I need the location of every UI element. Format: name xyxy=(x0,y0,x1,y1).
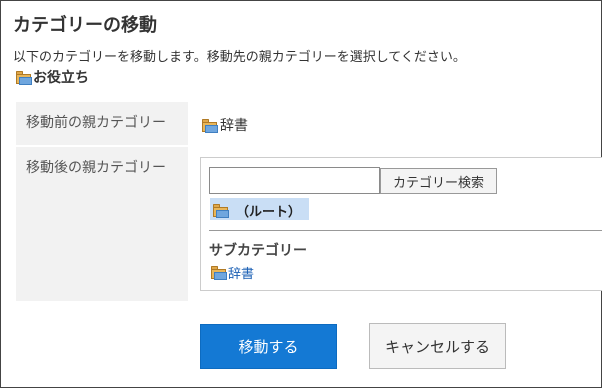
subcategory-heading: サブカテゴリー xyxy=(209,243,307,259)
move-button[interactable]: 移動する xyxy=(200,324,337,369)
before-parent-label: 移動前の親カテゴリー xyxy=(16,102,188,145)
subcategory-link[interactable]: 辞書 xyxy=(210,263,254,282)
after-parent-label: 移動後の親カテゴリー xyxy=(16,147,188,301)
target-category-label: お役立ち xyxy=(33,70,89,86)
description-text: 以下のカテゴリーを移動します。移動先の親カテゴリーを選択してください。 xyxy=(13,50,466,65)
category-selector-panel: カテゴリー検索 （ルート） サブカテゴリー 辞書 xyxy=(200,157,602,291)
before-parent-value: 辞書 xyxy=(201,115,248,135)
dialog: カテゴリーの移動 以下のカテゴリーを移動します。移動先の親カテゴリーを選択してく… xyxy=(0,0,602,388)
root-category-label: （ルート） xyxy=(236,205,302,220)
folder-icon xyxy=(210,265,228,280)
cancel-button[interactable]: キャンセルする xyxy=(369,323,506,369)
page-title: カテゴリーの移動 xyxy=(13,15,157,36)
root-category-item[interactable]: （ルート） xyxy=(210,198,310,220)
divider xyxy=(209,230,602,231)
before-parent-name: 辞書 xyxy=(220,118,248,134)
subcategory-label[interactable]: 辞書 xyxy=(228,263,254,282)
folder-icon xyxy=(15,70,33,85)
category-search-button[interactable]: カテゴリー検索 xyxy=(380,168,497,194)
category-search-input[interactable] xyxy=(209,167,380,194)
folder-icon xyxy=(212,203,230,218)
target-category: お役立ち xyxy=(15,67,89,87)
folder-icon xyxy=(201,118,219,133)
